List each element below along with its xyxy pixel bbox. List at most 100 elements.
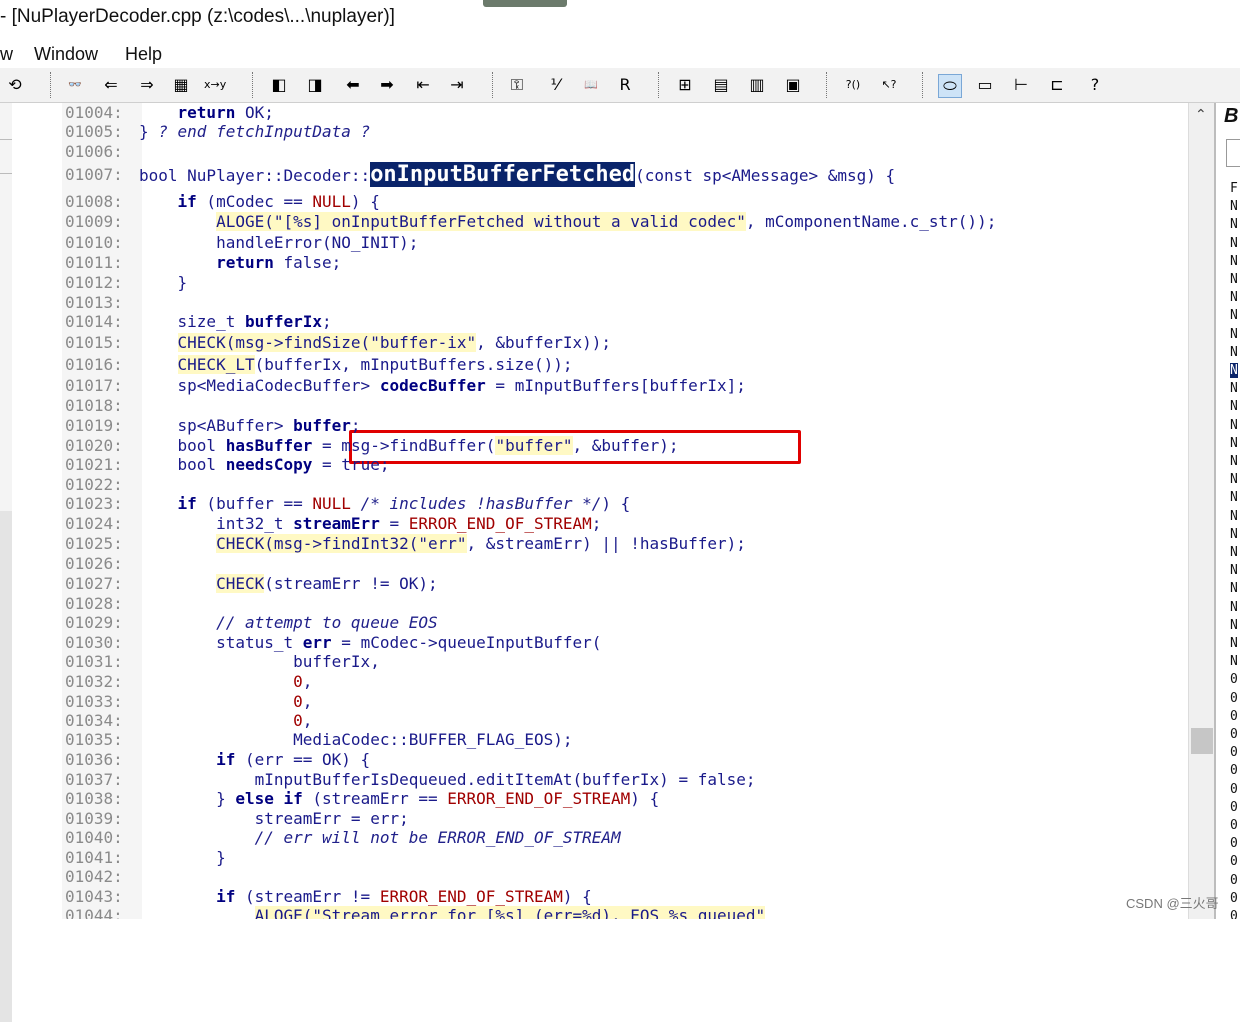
code-line: 01043: if (streamErr != ERROR_END_OF_STR… — [12, 887, 1188, 907]
symbol-list-item[interactable]: N — [1230, 600, 1238, 615]
code-token: (mCodec == — [196, 192, 313, 211]
symbol-list-item[interactable]: N — [1230, 545, 1238, 560]
code-line: 01039: streamErr = err; — [12, 809, 1188, 829]
symbol-list-item[interactable]: N — [1230, 381, 1238, 396]
code-token: ) { — [630, 789, 660, 808]
forward-arrow-icon[interactable]: ➡ — [376, 74, 398, 96]
scroll-up-icon[interactable]: ⌃ — [1195, 107, 1207, 123]
symbol-list-item[interactable]: 0 — [1230, 691, 1238, 706]
layout-4-icon[interactable]: ▣ — [782, 74, 804, 96]
symbol-list-item[interactable]: 0 — [1230, 727, 1238, 742]
symbol-list-item[interactable]: N — [1230, 527, 1238, 542]
symbol-list-item[interactable]: N — [1230, 199, 1238, 214]
symbol-list-item[interactable]: N — [1230, 327, 1238, 342]
symbol-list-item[interactable]: N — [1230, 654, 1238, 669]
panel-icon[interactable]: ▭ — [974, 74, 996, 96]
info-icon[interactable]: ? — [1084, 74, 1106, 96]
symbol-list-item[interactable]: N — [1230, 563, 1238, 578]
symbol-list-item[interactable]: N — [1230, 436, 1238, 451]
code-token: (streamErr == — [302, 789, 448, 808]
symbol-list-item[interactable]: F — [1230, 181, 1238, 196]
symbol-list-item[interactable]: 0 — [1230, 763, 1238, 778]
tree-icon[interactable]: ⊢ — [1010, 74, 1032, 96]
code-line: 01035: MediaCodec::BUFFER_FLAG_EOS); — [12, 730, 1188, 750]
symbol-filter-input[interactable] — [1226, 139, 1240, 167]
redo-icon[interactable]: ⟲ — [4, 74, 26, 96]
line-number: 01008: — [65, 192, 123, 211]
book-icon[interactable]: 📖 — [580, 74, 602, 96]
code-text: if (buffer == NULL /* includes !hasBuffe… — [139, 494, 631, 514]
code-text: return false; — [139, 253, 341, 273]
scrollbar-thumb[interactable] — [1191, 728, 1213, 754]
find-files-icon[interactable]: ▦ — [170, 74, 192, 96]
symbol-list-item[interactable]: N — [1230, 308, 1238, 323]
menu-window[interactable]: Window — [34, 44, 98, 65]
line-number: 01040: — [65, 828, 123, 847]
symbol-list-item[interactable]: 0 — [1230, 891, 1238, 906]
symbol-list-item[interactable]: N — [1230, 272, 1238, 287]
code-editor[interactable]: 01004: return OK; 01005:} ? end fetchInpu… — [12, 103, 1188, 919]
symbol-list-item[interactable]: N — [1230, 363, 1238, 378]
symbol-list-item[interactable]: 0 — [1230, 836, 1238, 851]
symbol-list-item[interactable]: N — [1230, 618, 1238, 633]
symbol-list-item[interactable]: N — [1230, 454, 1238, 469]
line-number: 01029: — [65, 613, 123, 632]
symbol-icon[interactable]: ⚿ — [506, 74, 528, 96]
code-token: ; — [350, 416, 361, 435]
jump-back-icon[interactable]: ⇤ — [412, 74, 434, 96]
binoculars-icon[interactable]: 👓 — [64, 74, 86, 96]
symbol-list-item[interactable]: N — [1230, 290, 1238, 305]
symbol-list-item[interactable]: 0 — [1230, 800, 1238, 815]
symbol-list-item[interactable]: N — [1230, 472, 1238, 487]
symbol-list-item[interactable]: N — [1230, 217, 1238, 232]
layout-2-icon[interactable]: ▤ — [710, 74, 732, 96]
bookmark-prev-icon[interactable]: ◧ — [268, 74, 290, 96]
layout-1-icon[interactable]: ⊞ — [674, 74, 696, 96]
symbol-list-item[interactable]: 0 — [1230, 672, 1238, 687]
symbol-list-item[interactable]: N — [1230, 254, 1238, 269]
code-line: 01007: bool NuPlayer::Decoder::onInputBuf… — [12, 162, 1188, 187]
code-token: hasBuffer — [225, 436, 313, 455]
menu-view[interactable]: w — [0, 44, 13, 65]
symbol-list-item[interactable]: 0 — [1230, 782, 1238, 797]
pointer-help-icon[interactable]: ↖? — [878, 74, 900, 96]
back-arrow-icon[interactable]: ⬅ — [342, 74, 364, 96]
menu-help[interactable]: Help — [125, 44, 162, 65]
code-line: 01030: status_t err = mCodec->queueInput… — [12, 633, 1188, 653]
symbol-list-item[interactable]: N — [1230, 236, 1238, 251]
symbol-list-item[interactable]: 0 — [1230, 745, 1238, 760]
layout-3-icon[interactable]: ▥ — [746, 74, 768, 96]
find-prev-icon[interactable]: ⇐ — [100, 74, 122, 96]
find-next-icon[interactable]: ⇒ — [136, 74, 158, 96]
symbol-list-item[interactable]: N — [1230, 636, 1238, 651]
vertical-scrollbar[interactable]: ⌃ — [1188, 103, 1215, 919]
toolbar: ⟲ 👓 ⇐ ⇒ ▦ x→y ◧ ◨ ⬅ ➡ ⇤ ⇥ ⚿ ⅟ 📖 R ⊞ ▤ ▥ ▣ ?() ↖? ⬭ ▭ ⊢ ⊏? — [0, 68, 1240, 103]
title-bar: - [NuPlayerDecoder.cpp (z:\codes\...\nup… — [0, 0, 1240, 38]
code-token: ) { — [350, 192, 380, 211]
sync-icon[interactable]: ⬭ — [938, 74, 962, 98]
outline-icon[interactable]: ⊏ — [1046, 74, 1068, 96]
line-number: 01005: — [65, 122, 123, 141]
symbol-list-item[interactable]: 0 — [1230, 909, 1238, 919]
symbol-list-item[interactable]: N — [1230, 581, 1238, 596]
line-number: 01031: — [65, 652, 123, 671]
toolbar-separator — [922, 72, 925, 98]
symbol-list-item[interactable]: 0 — [1230, 854, 1238, 869]
code-text: } else if (streamErr == ERROR_END_OF_STR… — [139, 789, 659, 809]
symbol-list-item[interactable]: N — [1230, 399, 1238, 414]
line-number: 01033: — [65, 692, 123, 711]
symbol-list-item[interactable]: 0 — [1230, 709, 1238, 724]
replace-icon[interactable]: x→y — [204, 74, 226, 96]
symbol-list-item[interactable]: N — [1230, 509, 1238, 524]
jump-forward-icon[interactable]: ⇥ — [446, 74, 468, 96]
r-icon[interactable]: R — [614, 74, 636, 96]
symbol-list-item[interactable]: 0 — [1230, 818, 1238, 833]
symbol-list-item[interactable]: N — [1230, 418, 1238, 433]
relation-icon[interactable]: ⅟ — [544, 74, 566, 96]
symbol-list-item[interactable]: 0 — [1230, 873, 1238, 888]
help-context-icon[interactable]: ?() — [842, 74, 864, 96]
bookmark-next-icon[interactable]: ◨ — [304, 74, 326, 96]
symbol-list-item[interactable]: N — [1230, 345, 1238, 360]
symbol-list-item[interactable]: N — [1230, 490, 1238, 505]
